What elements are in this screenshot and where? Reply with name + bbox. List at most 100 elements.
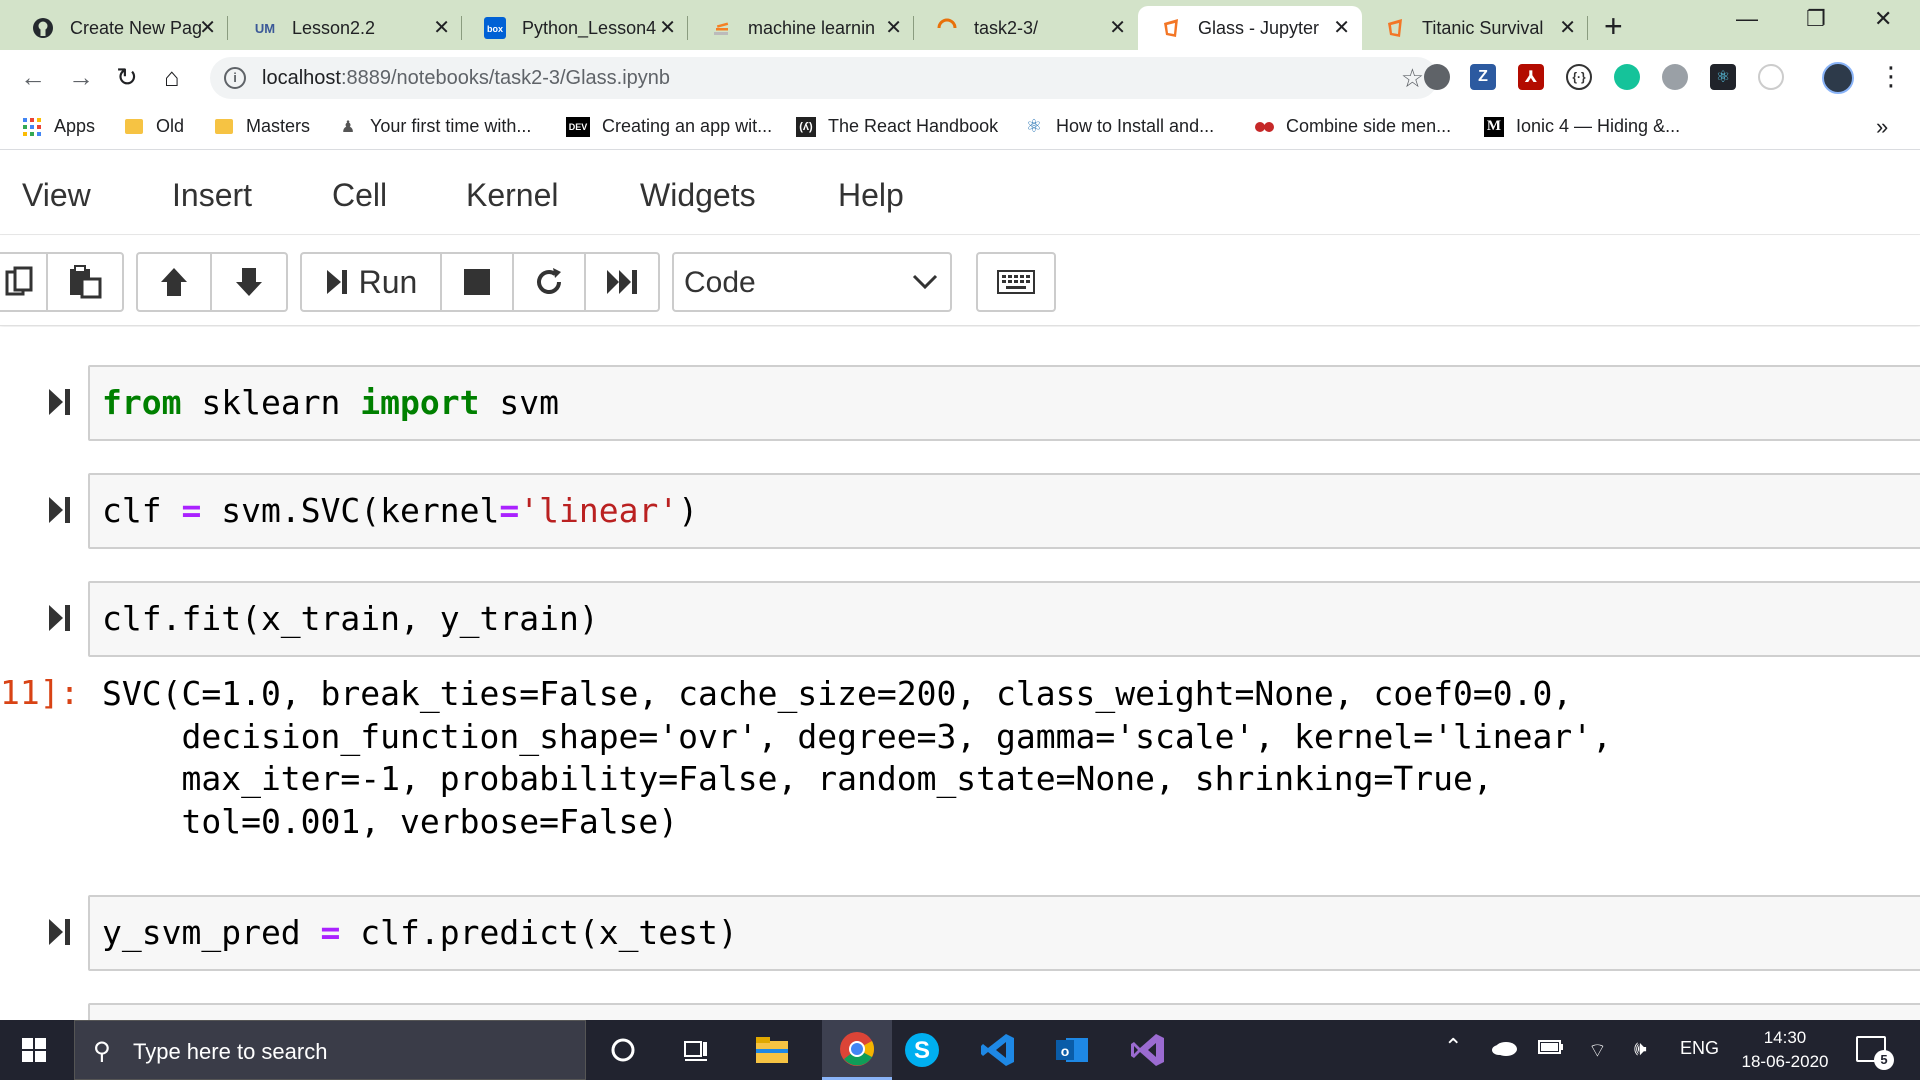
bookmark-folder-masters[interactable]: Masters bbox=[214, 116, 310, 137]
system-clock[interactable]: 14:30 18-06-2020 bbox=[1740, 1026, 1830, 1074]
tab-task2-3[interactable]: task2-3/ ✕ bbox=[914, 6, 1138, 50]
restore-button[interactable]: ❐ bbox=[1806, 6, 1826, 32]
run-all-button[interactable] bbox=[586, 254, 658, 310]
tab-python-lesson[interactable]: box Python_Lesson4 ✕ bbox=[462, 6, 688, 50]
file-explorer-icon[interactable] bbox=[752, 1030, 792, 1070]
move-down-button[interactable] bbox=[212, 254, 286, 310]
address-bar[interactable]: i localhost:8889/notebooks/task2-3/Glass… bbox=[210, 57, 1438, 99]
menu-view[interactable]: View bbox=[22, 177, 91, 214]
bookmark-star-icon[interactable]: ☆ bbox=[1401, 63, 1424, 94]
chevron-down-icon bbox=[912, 274, 938, 290]
bookmarks-overflow-button[interactable]: » bbox=[1876, 114, 1888, 140]
bookmark-react-handbook[interactable]: (ʎ) The React Handbook bbox=[796, 116, 998, 137]
cell-input[interactable]: clf = svm.SVC(kernel='linear') bbox=[102, 491, 698, 530]
tab-glass-jupyter[interactable]: Glass - Jupyter N ✕ bbox=[1138, 6, 1362, 50]
menu-help[interactable]: Help bbox=[838, 177, 904, 214]
bookmark-how-to-install[interactable]: ⚛ How to Install and... bbox=[1024, 116, 1214, 137]
new-tab-button[interactable]: + bbox=[1604, 8, 1623, 44]
home-icon[interactable]: ⌂ bbox=[164, 62, 180, 92]
extension-gear-icon[interactable] bbox=[1662, 64, 1688, 90]
bookmark-your-first-time[interactable]: ♟ Your first time with... bbox=[338, 116, 532, 137]
language-indicator[interactable]: ENG bbox=[1680, 1038, 1719, 1059]
tab-close-icon[interactable]: ✕ bbox=[885, 17, 902, 39]
tab-titanic-survival[interactable]: Titanic Survival ✕ bbox=[1362, 6, 1588, 50]
cortana-icon[interactable] bbox=[603, 1030, 643, 1070]
run-cell-icon[interactable] bbox=[48, 603, 72, 633]
react-devtools-icon[interactable]: ⚛ bbox=[1710, 64, 1736, 90]
tab-create-new-page[interactable]: Create New Pag ✕ bbox=[10, 6, 228, 50]
menu-widgets[interactable]: Widgets bbox=[640, 177, 756, 214]
tab-lesson[interactable]: UM Lesson2.2 ✕ bbox=[232, 6, 462, 50]
cell-type-select[interactable]: Code bbox=[672, 252, 952, 312]
bookmark-ionic-4[interactable]: M Ionic 4 — Hiding &... bbox=[1484, 116, 1680, 137]
minimize-button[interactable]: — bbox=[1736, 6, 1758, 32]
forward-arrow-icon[interactable]: → bbox=[68, 62, 94, 92]
url-host: localhost bbox=[262, 67, 341, 89]
tab-close-icon[interactable]: ✕ bbox=[1333, 17, 1350, 39]
interrupt-button[interactable] bbox=[442, 254, 514, 310]
chrome-icon[interactable] bbox=[822, 1020, 892, 1080]
profile-avatar[interactable] bbox=[1822, 62, 1854, 94]
bookmark-apps[interactable]: Apps bbox=[22, 116, 95, 137]
taskbar-search[interactable]: ⚲ Type here to search bbox=[74, 1020, 586, 1080]
pdf-icon[interactable]: ⅄ bbox=[1518, 64, 1544, 90]
menu-insert[interactable]: Insert bbox=[172, 177, 252, 214]
url-text[interactable]: localhost:8889/notebooks/task2-3/Glass.i… bbox=[262, 67, 670, 90]
outlook-icon[interactable]: o bbox=[1052, 1030, 1092, 1070]
onedrive-icon[interactable] bbox=[1490, 1038, 1518, 1061]
copy-button[interactable] bbox=[0, 254, 48, 310]
box-icon: box bbox=[484, 17, 506, 39]
code-extension-icon[interactable]: {·} bbox=[1566, 64, 1592, 90]
bookmark-label: Apps bbox=[54, 116, 96, 136]
move-up-button[interactable] bbox=[138, 254, 212, 310]
code-cell[interactable] bbox=[88, 1003, 1920, 1020]
restart-button[interactable] bbox=[514, 254, 586, 310]
tab-close-icon[interactable]: ✕ bbox=[433, 17, 450, 39]
cell-input[interactable]: clf.fit(x_train, y_train) bbox=[102, 599, 599, 638]
code-token: clf bbox=[102, 491, 182, 530]
bookmark-folder-old[interactable]: Old bbox=[124, 116, 184, 137]
run-cell-icon[interactable] bbox=[48, 917, 72, 947]
zotero-icon[interactable]: Z bbox=[1470, 64, 1496, 90]
bookmark-label: Creating an app wit... bbox=[602, 116, 773, 136]
paste-button[interactable] bbox=[48, 254, 122, 310]
tab-machine-learning[interactable]: machine learnin ✕ bbox=[688, 6, 914, 50]
run-cell-icon[interactable] bbox=[48, 387, 72, 417]
command-palette-button[interactable] bbox=[976, 252, 1056, 312]
tab-close-icon[interactable]: ✕ bbox=[1109, 17, 1126, 39]
tab-close-icon[interactable]: ✕ bbox=[199, 17, 216, 39]
tab-close-icon[interactable]: ✕ bbox=[659, 17, 676, 39]
code-cell[interactable]: clf.fit(x_train, y_train) bbox=[88, 581, 1920, 657]
windows-start-icon[interactable] bbox=[22, 1038, 46, 1062]
back-arrow-icon[interactable]: ← bbox=[20, 62, 46, 92]
code-cell[interactable]: y_svm_pred = clf.predict(x_test) bbox=[88, 895, 1920, 971]
menu-cell[interactable]: Cell bbox=[332, 177, 387, 214]
site-info-icon[interactable]: i bbox=[224, 67, 246, 89]
cell-input[interactable]: y_svm_pred = clf.predict(x_test) bbox=[102, 913, 738, 952]
cell-input[interactable]: from sklearn import svm bbox=[102, 383, 559, 422]
action-center-icon[interactable]: 5 bbox=[1856, 1036, 1894, 1070]
battery-icon[interactable] bbox=[1538, 1038, 1564, 1061]
reload-icon[interactable]: ↻ bbox=[116, 62, 138, 92]
code-cell[interactable]: clf = svm.SVC(kernel='linear') bbox=[88, 473, 1920, 549]
browser-menu-icon[interactable]: ⋮ bbox=[1878, 62, 1904, 90]
extension-ring-icon[interactable] bbox=[1758, 64, 1784, 90]
extension-circle-icon[interactable] bbox=[1424, 64, 1450, 90]
menu-kernel[interactable]: Kernel bbox=[466, 177, 559, 214]
tab-close-icon[interactable]: ✕ bbox=[1559, 17, 1576, 39]
run-button[interactable]: Run bbox=[302, 254, 442, 310]
bookmark-creating-app[interactable]: DEV Creating an app wit... bbox=[566, 116, 772, 137]
visual-studio-icon[interactable] bbox=[1128, 1030, 1168, 1070]
skype-icon[interactable]: S bbox=[902, 1030, 942, 1070]
task-view-icon[interactable] bbox=[676, 1030, 716, 1070]
grammarly-icon[interactable] bbox=[1614, 64, 1640, 90]
run-cell-icon[interactable] bbox=[48, 495, 72, 525]
wifi-icon[interactable]: ⌔ bbox=[1588, 1038, 1607, 1063]
volume-icon[interactable]: 🕪 bbox=[1634, 1038, 1647, 1061]
vscode-icon[interactable] bbox=[978, 1030, 1018, 1070]
close-window-button[interactable]: ✕ bbox=[1874, 6, 1892, 32]
code-cell[interactable]: from sklearn import svm bbox=[88, 365, 1920, 441]
cell-type-value: Code bbox=[684, 266, 756, 299]
show-hidden-icons-icon[interactable]: ⌃ bbox=[1444, 1034, 1462, 1060]
bookmark-combine-side-menu[interactable]: Combine side men... bbox=[1254, 116, 1451, 137]
